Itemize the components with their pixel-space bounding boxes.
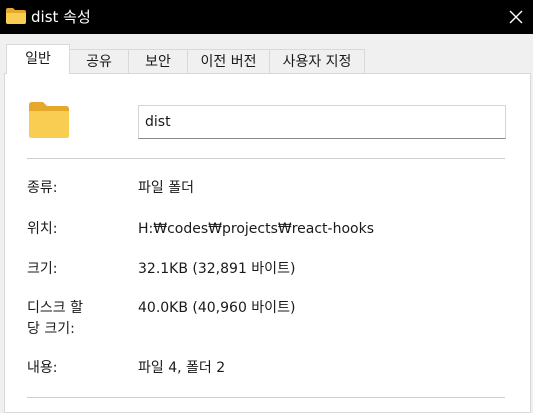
tab-security[interactable]: 보안	[128, 49, 188, 73]
tab-strip: 일반 공유 보안 이전 버전 사용자 지정	[0, 34, 533, 74]
close-icon	[509, 10, 523, 24]
type-value: 파일 폴더	[138, 180, 194, 196]
title-bar: dist 속성	[0, 0, 533, 34]
contents-label: 내용:	[27, 360, 58, 376]
tab-customize[interactable]: 사용자 지정	[269, 49, 365, 73]
tab-sharing[interactable]: 공유	[69, 49, 129, 73]
folder-icon	[29, 102, 69, 138]
size-label: 크기:	[27, 261, 58, 277]
close-button[interactable]	[499, 0, 533, 34]
folder-icon	[6, 8, 26, 24]
size-on-disk-label-line2: 당 크기:	[27, 321, 75, 337]
general-panel: 종류: 파일 폴더 위치: H:₩codes₩projects₩react-ho…	[4, 73, 531, 413]
tab-general[interactable]: 일반	[6, 44, 70, 74]
size-value: 32.1KB (32,891 바이트)	[138, 261, 296, 277]
size-on-disk-value: 40.0KB (40,960 바이트)	[138, 300, 296, 316]
divider	[27, 158, 505, 159]
location-value: H:₩codes₩projects₩react-hooks	[138, 221, 374, 237]
folder-name-input[interactable]	[138, 105, 506, 139]
type-label: 종류:	[27, 180, 58, 196]
tab-previous-versions[interactable]: 이전 버전	[187, 49, 270, 73]
contents-value: 파일 4, 폴더 2	[138, 360, 226, 376]
window-title: dist 속성	[31, 8, 91, 26]
size-on-disk-label: 디스크 할	[27, 300, 83, 316]
location-label: 위치:	[27, 221, 58, 237]
divider	[27, 397, 505, 398]
